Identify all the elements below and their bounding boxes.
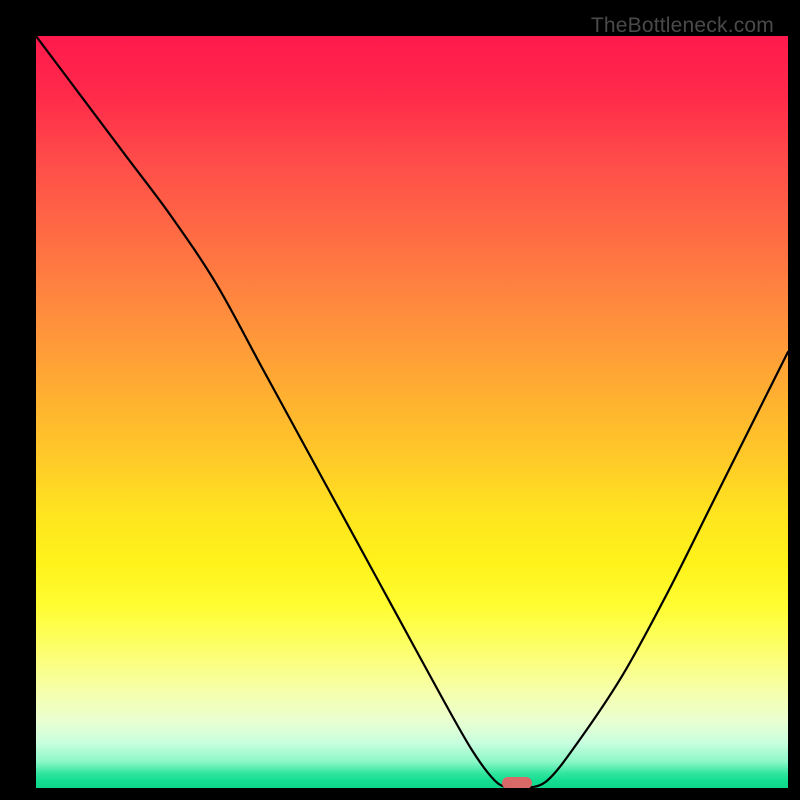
bottleneck-curve: [36, 36, 788, 788]
attribution-label: TheBottleneck.com: [591, 14, 774, 38]
chart-frame: TheBottleneck.com: [12, 12, 788, 788]
optimum-marker: [502, 777, 532, 788]
plot-area: [36, 36, 788, 788]
curve-layer: [36, 36, 788, 788]
